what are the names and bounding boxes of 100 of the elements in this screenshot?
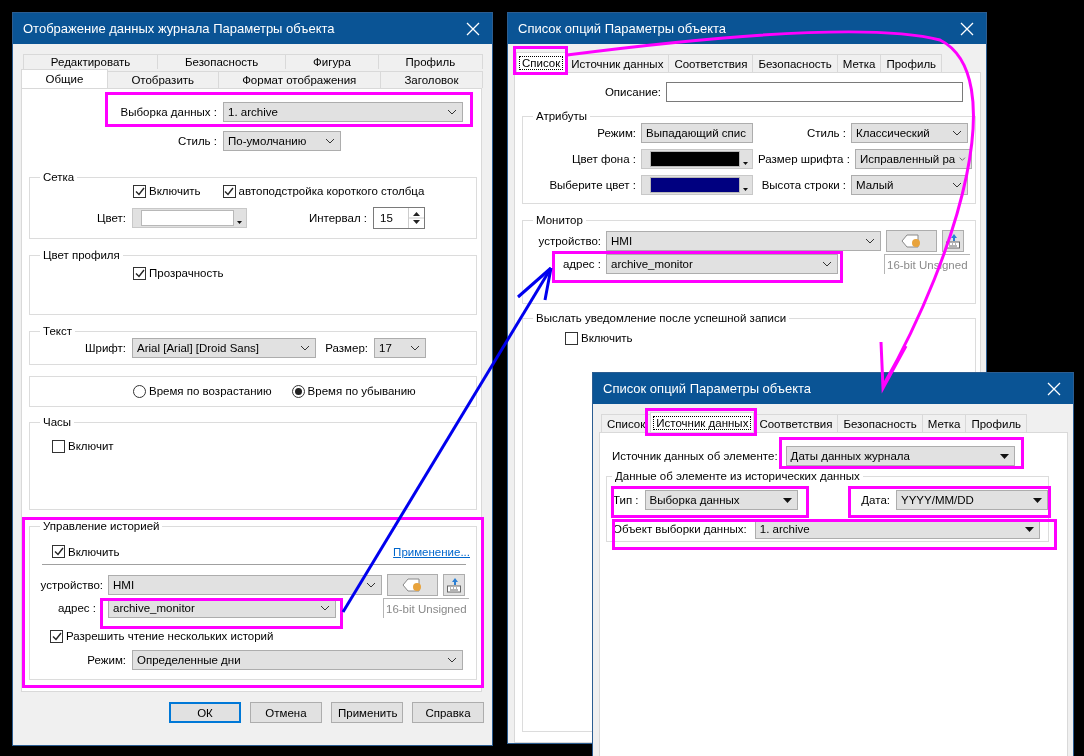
chevron-icon [325, 138, 335, 144]
caret-icon [782, 497, 792, 503]
chevron-icon [865, 238, 875, 244]
field-label: устройство: [537, 235, 601, 247]
field-label: Цвет: [96, 212, 126, 224]
checkbox[interactable] [52, 545, 65, 558]
field-label: Стиль : [805, 126, 846, 139]
close-icon [1047, 381, 1061, 396]
keyboard-button[interactable] [443, 574, 465, 596]
caret-icon [999, 453, 1009, 459]
tab[interactable]: Отобразить [106, 71, 219, 88]
dialog-button[interactable]: Справка [412, 702, 484, 723]
field-label: Размер шрифта : [758, 152, 850, 165]
keyboard-icon [446, 577, 462, 593]
field-label: Режим: [86, 654, 126, 666]
chevron-icon [959, 155, 966, 162]
checkbox-label: Прозрачность [149, 267, 224, 279]
dropdown[interactable]: Определенные дни [132, 650, 463, 670]
chevron-icon [952, 129, 962, 136]
field-label: Цвет фона : [571, 152, 636, 165]
tab[interactable]: Профиль [965, 414, 1028, 432]
color-picker[interactable] [641, 174, 753, 195]
field-label: Дата: [861, 494, 890, 506]
radio-label: Время по убыванию [307, 385, 416, 397]
window-title: Отображение данных журнала Параметры объекта [23, 21, 335, 36]
group-title: Данные об элементе из исторических данных [614, 470, 861, 482]
radio-button[interactable] [133, 384, 146, 398]
dropdown[interactable]: HMI [606, 231, 881, 251]
tab[interactable]: Профиль [377, 54, 483, 69]
checkbox[interactable] [222, 184, 236, 198]
group-title: Монитор [535, 214, 584, 226]
dropdown[interactable]: Малый [851, 174, 968, 195]
dropdown[interactable]: По-умолчанию [223, 131, 341, 151]
checkbox-label: Разрешить чтение нескольких историй [66, 630, 274, 642]
color-picker[interactable] [132, 208, 247, 228]
checkbox[interactable] [565, 331, 578, 345]
window-title: Список опций Параметры объекта [518, 21, 727, 36]
tab[interactable]: Безопасность [157, 54, 287, 69]
group-title: Цвет профиля [42, 249, 121, 261]
link[interactable]: Применение... [393, 546, 470, 558]
dropdown[interactable]: Исправленный ра [854, 148, 972, 169]
dropdown[interactable]: YYYY/MM/DD [896, 490, 1048, 510]
checkbox-label: автоподстройка короткого столбца [238, 185, 425, 197]
dropdown[interactable]: Выборка данных [644, 490, 798, 510]
close-icon [466, 21, 480, 36]
dropdown[interactable]: Классический [851, 122, 968, 143]
field-label: Высота строки : [760, 178, 846, 191]
chevron-icon [410, 345, 420, 351]
field-label: Стиль : [176, 135, 217, 147]
highlight-frame [513, 46, 568, 75]
dropdown[interactable]: Arial [Arial] [Droid Sans] [132, 338, 316, 358]
tab[interactable]: Общие [21, 69, 108, 88]
chevron-icon [952, 181, 962, 188]
checkbox[interactable] [50, 629, 63, 643]
field-label: Описание: [603, 86, 661, 98]
dropdown[interactable]: 17 [374, 338, 426, 358]
group-title: Управление историей [42, 520, 161, 532]
chevron-icon [300, 345, 310, 351]
field-label: Шрифт: [83, 342, 126, 354]
color-picker[interactable] [641, 148, 753, 169]
chevron-icon [447, 109, 457, 115]
dropdown[interactable]: archive_monitor [606, 254, 838, 274]
tab[interactable]: Фигура [285, 54, 379, 69]
tab[interactable]: Формат отображения [217, 71, 381, 88]
tag-icon [401, 578, 424, 592]
checkbox[interactable] [52, 439, 65, 453]
tab[interactable]: Редактировать [23, 54, 159, 69]
tab[interactable]: Список [601, 414, 652, 432]
tab[interactable]: Заголовок [379, 71, 483, 88]
chevron-icon [366, 582, 376, 588]
type-field: 16-bit Unsigned [383, 598, 469, 618]
checkbox[interactable] [133, 266, 146, 280]
keyboard-icon [945, 233, 961, 249]
tab[interactable]: Источник данных [650, 412, 755, 432]
dialog-button[interactable]: Применить [331, 702, 403, 723]
field-label: Выборка данных : [119, 106, 217, 118]
chevron-icon [822, 261, 832, 267]
dropdown[interactable]: Выпадающий спис [641, 122, 753, 143]
group-title: Часы [42, 416, 73, 428]
number-field[interactable]: 15 [373, 207, 425, 229]
caret-icon [743, 161, 748, 165]
tab[interactable]: Профиль [880, 54, 943, 72]
dialog-button[interactable]: Отмена [250, 702, 322, 723]
checkbox-label: Включить [581, 332, 633, 344]
dialog-button[interactable]: ОК [169, 702, 241, 723]
checkbox[interactable] [133, 184, 146, 198]
tab[interactable]: Список [516, 52, 567, 72]
field-label: адрес : [561, 258, 601, 270]
close-icon [960, 21, 974, 36]
field-label: Интервал : [307, 212, 367, 224]
dropdown[interactable]: HMI [108, 575, 382, 595]
group-title: Текст [42, 325, 73, 337]
dropdown[interactable]: 1. archive [223, 102, 463, 122]
input-field[interactable] [666, 82, 963, 102]
field-label: Режим: [596, 126, 636, 139]
radio-button[interactable] [291, 384, 305, 398]
checkbox-label: Включить [149, 185, 201, 197]
dropdown[interactable]: Даты данных журнала [785, 446, 1015, 466]
radio-label: Время по возрастанию [149, 385, 272, 397]
group-title: Выслать уведомление после успешной записи [535, 312, 788, 324]
